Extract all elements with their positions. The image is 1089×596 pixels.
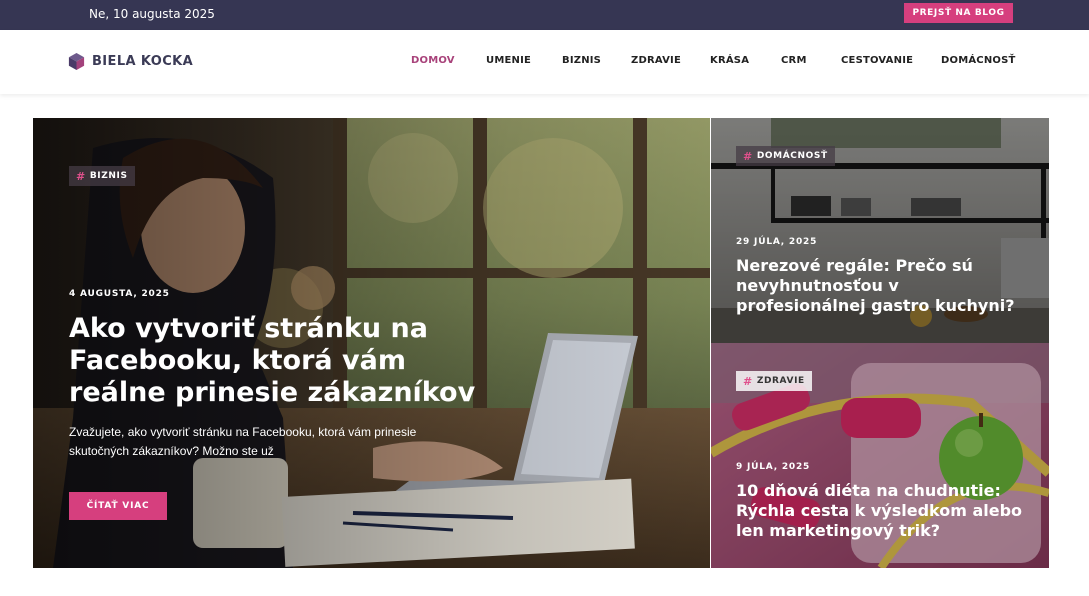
top-bar: Ne, 10 augusta 2025 PREJSŤ NA BLOG: [0, 0, 1089, 30]
go-to-blog-button[interactable]: PREJSŤ NA BLOG: [904, 3, 1013, 23]
side-post-2[interactable]: # ZDRAVIE 9 JÚLA, 2025 10 dňová diéta na…: [711, 343, 1049, 568]
featured-post[interactable]: # BIZNIS 4 AUGUSTA, 2025 Ako vytvoriť st…: [33, 118, 710, 568]
category-label: ZDRAVIE: [756, 376, 805, 386]
site-logo[interactable]: BIELA KOCKA: [67, 52, 193, 71]
nav-item-zdravie[interactable]: ZDRAVIE: [631, 55, 681, 66]
post-title[interactable]: 10 dňová diéta na chudnutie: Rýchla cest…: [736, 481, 1026, 541]
post-date: 9 JÚLA, 2025: [736, 462, 811, 472]
site-name: BIELA KOCKA: [92, 54, 194, 69]
nav-item-crm[interactable]: CRM: [781, 55, 807, 66]
post-title[interactable]: Nerezové regále: Prečo sú nevyhnutnosťou…: [736, 256, 1026, 316]
hash-icon: #: [76, 169, 86, 183]
post-title[interactable]: Ako vytvoriť stránku na Facebooku, ktorá…: [69, 313, 499, 409]
category-label: BIZNIS: [89, 171, 128, 181]
category-tag-biznis[interactable]: # BIZNIS: [69, 166, 135, 186]
cube-icon: [68, 52, 85, 71]
post-date: 4 AUGUSTA, 2025: [69, 289, 170, 299]
post-date: 29 JÚLA, 2025: [736, 237, 818, 247]
nav-item-krasa[interactable]: KRÁSA: [710, 55, 749, 66]
read-more-button[interactable]: ČÍTAŤ VIAC: [69, 492, 167, 520]
category-tag-zdravie[interactable]: # ZDRAVIE: [736, 371, 812, 391]
post-excerpt: Zvažujete, ako vytvoriť stránku na Faceb…: [69, 425, 417, 458]
nav-item-biznis[interactable]: BIZNIS: [562, 55, 601, 66]
category-label: DOMÁCNOSŤ: [756, 151, 828, 161]
side-post-1[interactable]: # DOMÁCNOSŤ 29 JÚLA, 2025 Nerezové regál…: [711, 118, 1049, 343]
current-date: Ne, 10 augusta 2025: [89, 7, 215, 21]
nav-item-domov[interactable]: DOMOV: [411, 55, 455, 66]
nav-item-cestovanie[interactable]: CESTOVANIE: [841, 55, 913, 66]
nav-item-umenie[interactable]: UMENIE: [486, 55, 531, 66]
hash-icon: #: [743, 374, 753, 388]
nav-item-domacnost[interactable]: DOMÁCNOSŤ: [941, 55, 1016, 66]
hash-icon: #: [743, 149, 753, 163]
category-tag-domacnost[interactable]: # DOMÁCNOSŤ: [736, 146, 835, 166]
site-header: BIELA KOCKA DOMOV UMENIE BIZNIS ZDRAVIE …: [0, 30, 1089, 94]
